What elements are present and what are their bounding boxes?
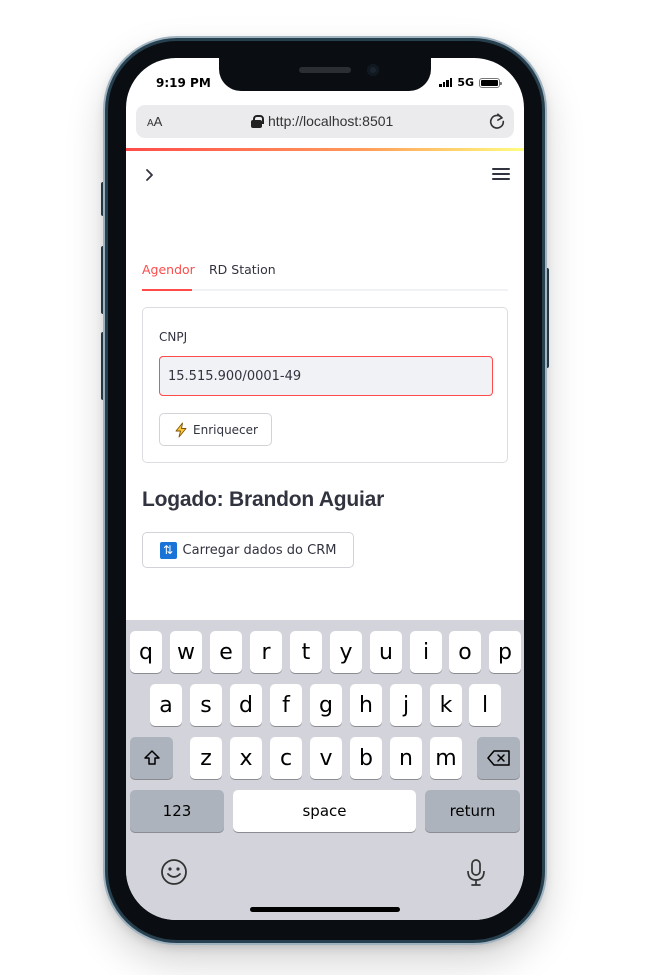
key-f[interactable]: f	[270, 684, 302, 726]
cnpj-label: CNPJ	[159, 330, 188, 344]
enrich-button-label: Enriquecer	[193, 422, 258, 437]
microphone-icon[interactable]	[466, 858, 486, 888]
key-r[interactable]: r	[250, 631, 282, 673]
key-k[interactable]: k	[430, 684, 462, 726]
key-g[interactable]: g	[310, 684, 342, 726]
lock-icon	[251, 114, 264, 128]
phone-screen: 9:19 PM 5G AA http://localhost:8501 Agen…	[126, 58, 524, 920]
speaker	[299, 67, 351, 73]
active-tab-indicator	[142, 289, 192, 291]
space-key[interactable]: space	[233, 790, 416, 832]
camera	[367, 64, 379, 76]
key-h[interactable]: h	[350, 684, 382, 726]
tab-bar: Agendor RD Station	[142, 259, 508, 291]
key-e[interactable]: e	[210, 631, 242, 673]
load-crm-button-label: Carregar dados do CRM	[182, 542, 337, 558]
power-button	[545, 268, 549, 368]
tab-rd-station[interactable]: RD Station	[209, 262, 276, 277]
key-c[interactable]: c	[270, 737, 302, 779]
chevron-right-icon[interactable]	[142, 166, 158, 184]
text-size-button[interactable]: AA	[147, 114, 162, 129]
shift-icon	[143, 750, 160, 765]
tab-agendor[interactable]: Agendor	[142, 262, 195, 277]
signal-icon	[439, 78, 453, 87]
header-decoration	[126, 148, 524, 151]
key-z[interactable]: z	[190, 737, 222, 779]
numbers-key[interactable]: 123	[130, 790, 224, 832]
url-display[interactable]: http://localhost:8501	[251, 113, 393, 129]
battery-icon	[479, 77, 502, 88]
url-text: http://localhost:8501	[268, 113, 394, 129]
key-y[interactable]: y	[330, 631, 362, 673]
logged-user-heading: Logado: Brandon Aguiar	[142, 488, 385, 511]
key-q[interactable]: q	[130, 631, 162, 673]
enrich-form: CNPJ Enriquecer	[142, 307, 508, 463]
status-time: 9:19 PM	[156, 76, 211, 90]
key-d[interactable]: d	[230, 684, 262, 726]
key-u[interactable]: u	[370, 631, 402, 673]
key-o[interactable]: o	[449, 631, 481, 673]
refresh-icon: ⇅	[159, 541, 177, 559]
load-crm-button[interactable]: ⇅ Carregar dados do CRM	[142, 532, 354, 568]
key-v[interactable]: v	[310, 737, 342, 779]
cnpj-input[interactable]	[159, 356, 493, 396]
key-l[interactable]: l	[469, 684, 501, 726]
address-bar[interactable]: AA http://localhost:8501	[136, 105, 514, 138]
key-s[interactable]: s	[190, 684, 222, 726]
reload-icon[interactable]	[488, 112, 506, 130]
key-j[interactable]: j	[390, 684, 422, 726]
key-p[interactable]: p	[489, 631, 521, 673]
key-a[interactable]: a	[150, 684, 182, 726]
key-t[interactable]: t	[290, 631, 322, 673]
network-type: 5G	[457, 76, 474, 89]
key-w[interactable]: w	[170, 631, 202, 673]
key-i[interactable]: i	[410, 631, 442, 673]
hamburger-menu-icon[interactable]	[492, 168, 510, 182]
enrich-button[interactable]: Enriquecer	[159, 413, 272, 446]
shift-key[interactable]	[130, 737, 173, 779]
home-indicator	[250, 907, 400, 912]
return-key[interactable]: return	[425, 790, 520, 832]
emoji-icon[interactable]	[160, 858, 188, 886]
key-m[interactable]: m	[430, 737, 462, 779]
key-b[interactable]: b	[350, 737, 382, 779]
backspace-key[interactable]	[477, 737, 520, 779]
lightning-icon	[175, 422, 187, 437]
key-x[interactable]: x	[230, 737, 262, 779]
key-n[interactable]: n	[390, 737, 422, 779]
notch	[219, 58, 431, 91]
keyboard: q w e r t y u i o p a s d f g h j k l z …	[126, 620, 524, 920]
status-indicators: 5G	[439, 76, 502, 89]
backspace-icon	[486, 750, 510, 766]
